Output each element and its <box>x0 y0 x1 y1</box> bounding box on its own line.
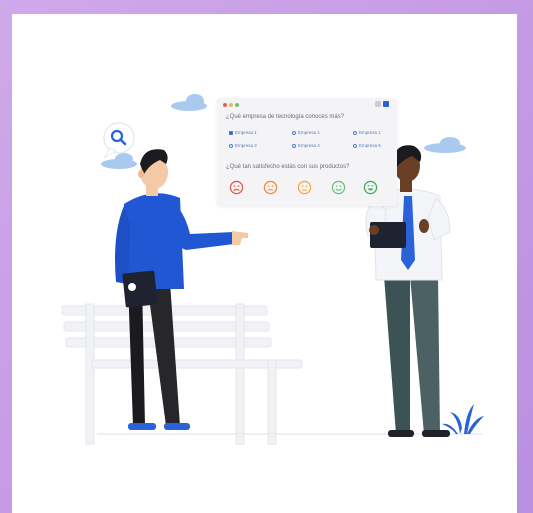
illustration-card: ¿Qué empresa de tecnología conoces más? … <box>12 14 517 513</box>
dissatisfied-face-icon[interactable] <box>263 180 278 195</box>
survey-option[interactable]: Empresa 1 <box>353 130 381 135</box>
survey-question-2: ¿Qué tan satisfecho estás con sus produc… <box>226 164 350 170</box>
checkbox-checked-icon <box>229 130 233 135</box>
radio-icon <box>353 130 357 135</box>
neutral-face-icon[interactable] <box>297 180 312 195</box>
survey-option[interactable]: Empresa 1 <box>229 130 257 135</box>
survey-option[interactable]: Empresa 1 <box>292 130 320 135</box>
survey-scene-illustration <box>61 94 484 445</box>
satisfied-face-icon[interactable] <box>331 180 346 195</box>
search-bubble-icon <box>103 122 135 159</box>
cloud-icon <box>424 137 466 153</box>
survey-question-1: ¿Qué empresa de tecnología conoces más? <box>226 114 345 120</box>
survey-option[interactable]: Empresa 4 <box>292 143 320 148</box>
radio-icon <box>292 130 296 135</box>
survey-window: ¿Qué empresa de tecnología conoces más? … <box>217 98 397 206</box>
radio-icon <box>229 143 233 148</box>
close-dot-icon <box>223 103 227 107</box>
survey-option[interactable]: Empresa 6 <box>353 143 381 148</box>
minimize-dot-icon <box>229 103 233 107</box>
plant-icon <box>442 404 484 434</box>
very-satisfied-face-icon[interactable] <box>363 180 378 195</box>
window-control-icon <box>383 101 389 107</box>
window-control-icon <box>375 101 381 107</box>
survey-option[interactable]: Empresa 2 <box>229 143 257 148</box>
radio-icon <box>353 143 357 148</box>
cloud-icon <box>171 94 207 111</box>
very-dissatisfied-face-icon[interactable] <box>229 180 244 195</box>
radio-icon <box>292 143 296 148</box>
maximize-dot-icon <box>235 103 239 107</box>
